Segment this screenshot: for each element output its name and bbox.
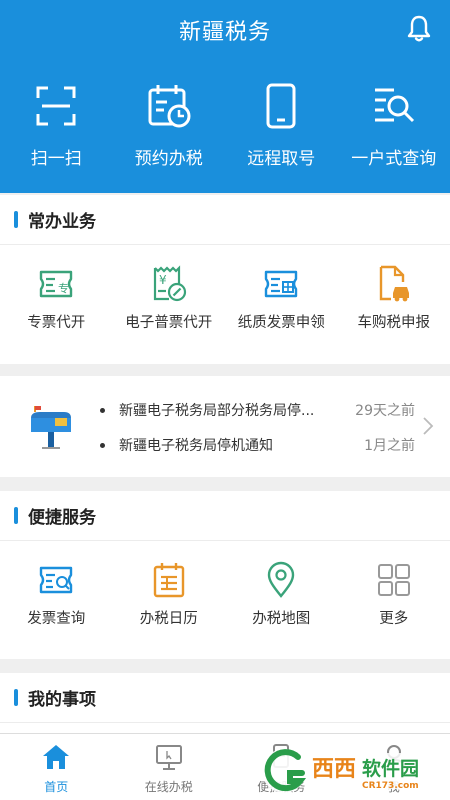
quick-action-appointment[interactable]: 预约办税 xyxy=(113,82,226,169)
section-title: 便捷服务 xyxy=(28,508,96,528)
convenient-services-section: 便捷服务 发票查询 办税日历 办税地图 更多 xyxy=(0,491,450,659)
quick-action-label: 扫一扫 xyxy=(30,149,82,169)
e-invoice-icon: ¥ xyxy=(153,265,186,302)
notice-text[interactable]: 新疆电子税务局部分税务局停... xyxy=(119,400,339,420)
bullet xyxy=(100,407,105,413)
quick-action-label: 一户式查询 xyxy=(351,149,437,169)
watermark-url: CR173.com xyxy=(362,781,419,791)
quick-action-scan[interactable]: 扫一扫 xyxy=(0,82,113,169)
app-title: 新疆税务 xyxy=(178,20,271,45)
notice-panel[interactable]: 新疆电子税务局部分税务局停... 29天之前 新疆电子税务局停机通知 1月之前 xyxy=(0,376,450,477)
service-special-invoice[interactable]: 专 专票代开 xyxy=(0,265,113,333)
section-header: 我的事项 xyxy=(0,673,450,723)
section-accent-bar xyxy=(14,211,18,228)
notice-time: 29天之前 xyxy=(355,403,415,419)
service-label: 电子普票代开 xyxy=(125,315,213,331)
more-grid-icon xyxy=(377,564,410,596)
section-header: 便捷服务 xyxy=(0,491,450,541)
quick-action-one-stop-query[interactable]: 一户式查询 xyxy=(338,82,450,169)
service-tax-calendar[interactable]: 办税日历 xyxy=(113,561,226,629)
phone-icon xyxy=(266,83,296,129)
quick-actions: 扫一扫 预约办税 远程取号 一户式查询 xyxy=(0,82,450,169)
special-invoice-icon: 专 xyxy=(40,270,73,298)
tab-online-tax[interactable]: 在线办税 xyxy=(113,734,226,800)
home-icon xyxy=(43,745,70,769)
service-e-invoice[interactable]: ¥ 电子普票代开 xyxy=(113,265,226,333)
notice-item[interactable]: 新疆电子税务局部分税务局停... 29天之前 xyxy=(100,400,415,420)
service-paper-invoice[interactable]: 纸质发票申领 xyxy=(225,265,338,333)
section-title: 常办业务 xyxy=(28,212,96,232)
service-label: 办税日历 xyxy=(139,611,198,627)
paper-invoice-icon xyxy=(265,270,298,298)
service-tax-map[interactable]: 办税地图 xyxy=(225,561,338,629)
svg-text:¥: ¥ xyxy=(159,273,167,287)
map-pin-icon xyxy=(268,561,295,598)
service-label: 办税地图 xyxy=(252,611,311,627)
monitor-icon xyxy=(155,745,182,770)
my-items-section: 我的事项 xyxy=(0,673,450,733)
tab-label: 首页 xyxy=(44,780,69,794)
chevron-right-icon[interactable] xyxy=(422,416,434,436)
car-tax-icon xyxy=(379,265,409,302)
calendar-clock-icon xyxy=(148,85,191,128)
bullet xyxy=(100,442,105,448)
notice-time: 1月之前 xyxy=(364,438,415,454)
svg-text:专: 专 xyxy=(58,281,69,295)
bell-icon[interactable] xyxy=(406,14,432,44)
quick-action-label: 远程取号 xyxy=(247,149,316,169)
section-accent-bar xyxy=(14,507,18,524)
invoice-search-icon xyxy=(40,566,73,594)
watermark-brand: 西西 xyxy=(312,757,356,782)
tab-home[interactable]: 首页 xyxy=(0,734,113,800)
mailbox-icon xyxy=(31,406,71,449)
service-label: 车购税申报 xyxy=(357,315,431,331)
service-label: 纸质发票申领 xyxy=(237,315,325,331)
search-list-icon xyxy=(374,88,414,123)
service-car-tax[interactable]: 车购税申报 xyxy=(338,265,450,333)
watermark-site: 软件园 xyxy=(362,757,419,780)
scan-icon xyxy=(36,86,76,126)
service-label: 更多 xyxy=(379,611,409,627)
section-accent-bar xyxy=(14,689,18,706)
service-more[interactable]: 更多 xyxy=(338,561,450,629)
app-header: 新疆税务 扫一扫 预约办税 远程取号 一户式查询 xyxy=(0,0,450,193)
section-header: 常办业务 xyxy=(0,195,450,245)
common-services-section: 常办业务 专 专票代开 ¥ 电子普票代开 纸质发票申领 车购税申报 xyxy=(0,195,450,364)
service-label: 专票代开 xyxy=(27,315,86,331)
notice-item[interactable]: 新疆电子税务局停机通知 1月之前 xyxy=(100,435,415,455)
section-title: 我的事项 xyxy=(28,690,96,710)
tax-calendar-icon xyxy=(153,563,184,598)
service-label: 发票查询 xyxy=(27,611,86,627)
quick-action-label: 预约办税 xyxy=(134,149,203,169)
common-services-grid: 专 专票代开 ¥ 电子普票代开 纸质发票申领 车购税申报 xyxy=(0,245,450,333)
service-invoice-search[interactable]: 发票查询 xyxy=(0,561,113,629)
site-watermark-logo: 西西 软件园 CR173.com xyxy=(262,749,446,793)
quick-action-remote-number[interactable]: 远程取号 xyxy=(225,82,338,169)
convenient-services-grid: 发票查询 办税日历 办税地图 更多 xyxy=(0,541,450,629)
tab-label: 在线办税 xyxy=(144,780,193,794)
notice-text[interactable]: 新疆电子税务局停机通知 xyxy=(119,435,339,455)
